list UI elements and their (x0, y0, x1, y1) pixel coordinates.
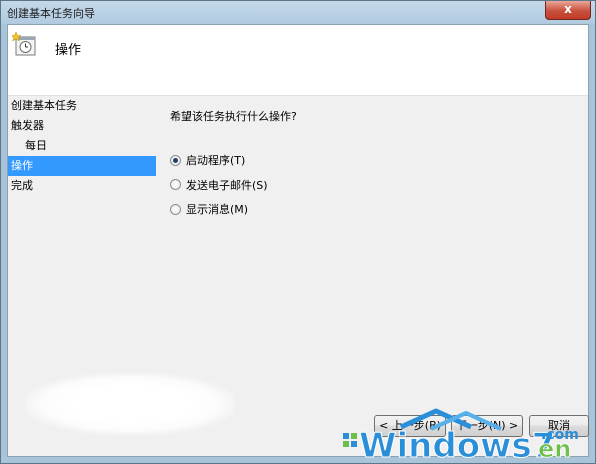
option-start-program[interactable]: 启动程序(T) (170, 152, 578, 168)
option-label: 显示消息(M) (186, 203, 249, 216)
close-button[interactable]: x (545, 1, 591, 20)
wizard-header: 操作 (8, 25, 588, 96)
wizard-window: 创建基本任务向导 x 操作 创建基本任务 触发器 每日 操作 完成 希望该任务执… (0, 0, 596, 464)
option-show-message[interactable]: 显示消息(M) (170, 201, 578, 217)
radio-start-program[interactable] (170, 154, 181, 166)
radio-send-email[interactable] (170, 179, 181, 190)
task-clock-icon (12, 31, 36, 56)
radio-show-message[interactable] (170, 203, 181, 215)
step-daily[interactable]: 每日 (8, 136, 156, 156)
step-trigger[interactable]: 触发器 (8, 116, 156, 136)
page-title: 操作 (55, 43, 82, 58)
action-question: 希望该任务执行什么操作? (170, 110, 297, 123)
window-title: 创建基本任务向导 (7, 7, 95, 20)
option-label: 启动程序(T) (186, 154, 246, 167)
watermark-domain: .com (541, 427, 579, 443)
wizard-steps: 创建基本任务 触发器 每日 操作 完成 (8, 96, 156, 196)
option-send-email[interactable]: 发送电子邮件(S) (170, 177, 578, 193)
step-create-basic-task[interactable]: 创建基本任务 (8, 96, 156, 116)
step-finish[interactable]: 完成 (8, 176, 156, 196)
blurred-region (25, 373, 235, 435)
action-panel: 希望该任务执行什么操作? 启动程序(T) 发送电子邮件(S) 显示消息(M) (170, 108, 578, 226)
title-bar[interactable]: 创建基本任务向导 x (1, 1, 595, 23)
step-action[interactable]: 操作 (8, 156, 156, 176)
watermark-main: Windows7 (359, 426, 555, 463)
option-label: 发送电子邮件(S) (186, 178, 268, 192)
windows7en-watermark: Windows7 en .com (343, 408, 579, 463)
